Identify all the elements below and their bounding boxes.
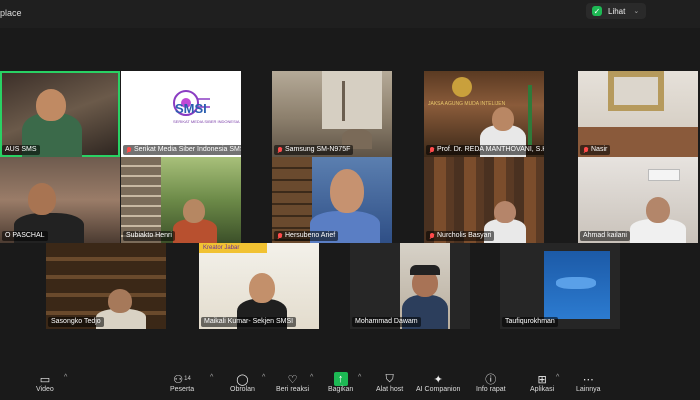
video-tile[interactable]: JAKSA AGUNG MUDA INTELIJEN Prof. Dr. RED…: [424, 71, 544, 157]
chat-icon: ◯: [236, 373, 249, 386]
reactions-options-caret[interactable]: ^: [310, 374, 313, 381]
share-button[interactable]: ↑ Bagikan: [328, 372, 353, 393]
smsi-tagline: SERIKAT MEDIA SIBER INDONESIA: [173, 119, 240, 124]
video-options-caret[interactable]: ^: [64, 374, 67, 381]
meeting-info-button[interactable]: ⓘ Info rapat: [476, 372, 506, 393]
apps-options-caret[interactable]: ^: [556, 374, 559, 381]
info-icon: ⓘ: [485, 374, 497, 386]
video-tile[interactable]: Kreator Jabar Maikali Kumar- Sekjen SMSI: [199, 243, 319, 329]
window-title: place: [0, 8, 22, 18]
meeting-info-label: Info rapat: [476, 386, 506, 393]
meeting-toolbar: ▭ Video ^ ⚇ 14 Peserta ^ ◯ Obrolan ^ ♡ Be…: [0, 368, 700, 400]
more-label: Lainnya: [576, 386, 601, 393]
apps-label: Aplikasi: [530, 386, 555, 393]
participant-name: Serikat Media Siber Indonesia SMSI: [123, 145, 241, 155]
participants-options-caret[interactable]: ^: [210, 374, 213, 381]
participant-name: AUS SMS: [2, 145, 40, 155]
more-button[interactable]: ⋯ Lainnya: [576, 372, 601, 394]
participant-name: Subiakto Henri: [123, 231, 175, 241]
ai-companion-label: AI Companion: [416, 386, 461, 393]
security-view-label: Lihat: [608, 6, 626, 16]
mic-muted-icon: [429, 146, 435, 154]
participants-icon: ⚇ 14: [173, 373, 191, 386]
share-label: Bagikan: [328, 386, 354, 393]
share-options-caret[interactable]: ^: [358, 374, 361, 381]
participant-name: Nurcholis Basyari: [426, 231, 495, 241]
participant-name: Samsung SM-N975F: [274, 145, 354, 155]
video-tile[interactable]: Sasongko Tedjo: [46, 243, 166, 329]
video-label: Video: [36, 386, 54, 393]
more-icon: ⋯: [582, 373, 594, 386]
chat-label: Obrolan: [230, 386, 255, 393]
host-tools-label: Alat host: [376, 386, 404, 393]
video-tile[interactable]: Mohammad Dawam: [350, 243, 470, 329]
ai-companion-button[interactable]: ✦ AI Companion: [416, 372, 461, 394]
shield-icon: ⛉: [385, 372, 394, 385]
mic-muted-icon: [429, 232, 435, 240]
video-tile[interactable]: Subiakto Henri: [121, 157, 241, 243]
video-off-icon: ▭: [39, 373, 51, 386]
security-view-button[interactable]: ✓ Lihat ⌄: [586, 3, 646, 19]
participant-name: Maikali Kumar- Sekjen SMSI: [201, 317, 297, 327]
mic-muted-icon: [277, 146, 283, 154]
participant-name: Ahmad kailani: [580, 231, 630, 241]
mic-muted-icon: [277, 232, 283, 240]
plaque-text: JAKSA AGUNG MUDA INTELIJEN: [428, 101, 506, 107]
participant-name: Taufiqurokhman: [502, 317, 558, 327]
chevron-down-icon: ⌄: [633, 8, 640, 15]
participant-name: Mohammad Dawam: [352, 317, 421, 327]
host-tools-button[interactable]: ⛉ Alat host: [376, 372, 404, 394]
chat-button[interactable]: ◯ Obrolan: [230, 372, 255, 394]
participant-name: Nasir: [580, 145, 611, 155]
video-tile[interactable]: Nurcholis Basyari: [424, 157, 544, 243]
smsi-logo-text: SMSI: [175, 101, 207, 116]
shield-check-icon: ✓: [592, 6, 602, 16]
window-top-bar: place ✓ Lihat ⌄: [0, 0, 700, 28]
video-tile[interactable]: SMSI SERIKAT MEDIA SIBER INDONESIA Serik…: [121, 71, 241, 157]
video-tile[interactable]: O PASCHAL: [0, 157, 120, 243]
video-tile[interactable]: Taufiqurokhman: [500, 243, 620, 329]
reactions-button[interactable]: ♡ Beri reaksi: [276, 372, 310, 394]
video-tile[interactable]: Nasir: [578, 71, 698, 157]
participants-label: Peserta: [170, 386, 195, 393]
reactions-label: Beri reaksi: [276, 386, 310, 393]
participant-name: Hersubeno Arief: [274, 231, 339, 241]
video-button[interactable]: ▭ Video: [36, 372, 54, 394]
mic-muted-icon: [583, 146, 589, 154]
participant-name: O PASCHAL: [2, 231, 48, 241]
video-tile[interactable]: Samsung SM-N975F: [272, 71, 392, 157]
participant-name: Sasongko Tedjo: [48, 317, 104, 327]
participants-count: 14: [184, 376, 191, 382]
apps-icon: ⊞: [537, 373, 547, 386]
participant-name: Prof. Dr. REDA MANTHOVANI, S.H., LL.M.: [426, 145, 544, 155]
mic-muted-icon: [126, 146, 132, 154]
kreator-banner: Kreator Jabar: [199, 243, 267, 253]
share-screen-icon: ↑: [333, 372, 348, 386]
sparkle-icon: ✦: [433, 373, 443, 386]
video-tile[interactable]: Hersubeno Arief: [272, 157, 392, 243]
chat-options-caret[interactable]: ^: [262, 374, 265, 381]
video-tile[interactable]: Ahmad kailani: [578, 157, 698, 243]
video-tile[interactable]: AUS SMS: [0, 71, 120, 157]
heart-icon: ♡: [287, 373, 298, 386]
apps-button[interactable]: ⊞ Aplikasi: [530, 372, 555, 394]
participants-button[interactable]: ⚇ 14 Peserta: [170, 372, 195, 394]
